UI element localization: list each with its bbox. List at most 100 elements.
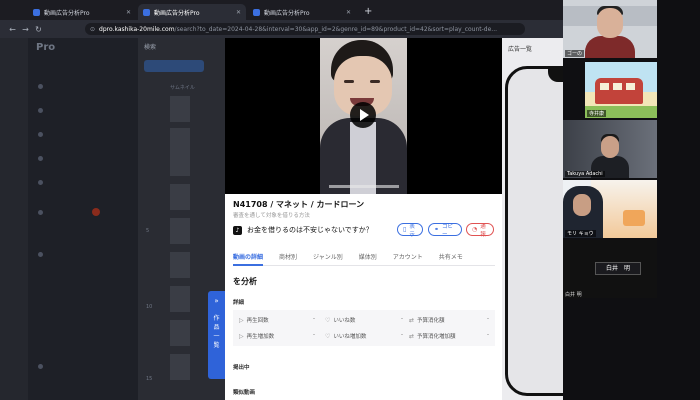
stat-value: - <box>401 316 403 322</box>
list-item[interactable] <box>170 286 190 312</box>
row-number: 10 <box>146 304 153 310</box>
stat-value: - <box>487 332 489 338</box>
menu-icon <box>38 209 43 215</box>
stat-label: いいね数 <box>333 318 356 324</box>
toggle-label-char: 一 <box>213 333 220 340</box>
stat-budget-increase: ⇄ 予算消化増加額 <box>409 332 456 341</box>
sidebar-item-settings[interactable] <box>38 364 48 369</box>
list-item[interactable] <box>170 252 190 278</box>
ad-title: N41708 / マネット / カードローン <box>233 200 365 209</box>
list-item[interactable] <box>170 150 190 176</box>
stat-value: - <box>487 316 489 322</box>
app-logo: Pro <box>36 42 56 53</box>
list-item[interactable] <box>170 96 190 122</box>
details-heading: 詳細 <box>233 300 245 306</box>
stat-label: 予算消化額 <box>417 318 445 324</box>
sidebar-item[interactable] <box>38 156 48 161</box>
money-icon: ⇄ <box>409 316 415 324</box>
sidebar-item[interactable] <box>38 132 48 137</box>
favicon-icon <box>143 8 150 16</box>
screen: 動画広告分析Pro ✕ 動画広告分析Pro ✕ 動画広告分析Pro ✕ + ← → ↻… <box>0 0 700 400</box>
play-icon[interactable] <box>350 102 376 128</box>
tab-title: 動画広告分析Pro <box>44 9 90 17</box>
new-tab-button[interactable]: + <box>364 4 372 20</box>
row-number: 15 <box>146 376 153 382</box>
works-list-toggle[interactable]: » 作 品 一 覧 <box>208 291 225 379</box>
analysis-heading: を分析 <box>233 277 257 286</box>
url-site: dpro.kashika-20mile.com <box>99 25 175 33</box>
sidebar-item[interactable] <box>38 108 48 113</box>
address-bar[interactable]: ⊙ dpro.kashika-20mile.com/search?to_date… <box>85 23 525 35</box>
menu-icon <box>38 108 43 113</box>
ad-list-link[interactable]: 広告一覧 <box>508 44 532 53</box>
tab-shared-memo[interactable]: 共有メモ <box>439 252 463 266</box>
menu-icon <box>38 180 43 185</box>
show-button[interactable]: ▯ 表示 <box>397 223 423 238</box>
close-tab-icon[interactable]: ✕ <box>236 9 241 16</box>
stat-label: 再生増加数 <box>246 334 275 340</box>
report-button[interactable]: ◔ 通報 <box>466 223 494 238</box>
sidebar-item[interactable] <box>38 208 100 216</box>
tab-video-details[interactable]: 動画の詳細 <box>233 252 264 266</box>
sidebar: Pro <box>28 38 138 400</box>
tab-title: 動画広告分析Pro <box>154 9 200 17</box>
stat-value: - <box>313 316 315 322</box>
tram-avatar-icon <box>595 78 643 104</box>
running-heading: 掲出中 <box>233 365 250 371</box>
stat-like-increase: ♡ いいね増加数 <box>325 332 366 341</box>
browser-tab-1[interactable]: 動画広告分析Pro ✕ <box>28 4 136 20</box>
stat-like-count: ♡ いいね数 <box>325 316 356 325</box>
play-icon: ▷ <box>239 332 244 340</box>
participant-name: 寺井康 <box>587 110 607 117</box>
close-tab-icon[interactable]: ✕ <box>126 9 131 16</box>
url-path: /search?to_date=2024-04-28&interval=30&a… <box>174 25 498 33</box>
forward-arrow-icon[interactable]: → <box>19 25 32 34</box>
list-item[interactable] <box>170 354 190 380</box>
browser-tab-2[interactable]: 動画広告分析Pro ✕ <box>138 4 246 20</box>
tab-by-product[interactable]: 商材別 <box>279 252 297 266</box>
reload-icon[interactable]: ↻ <box>32 25 45 34</box>
stat-value: - <box>313 332 315 338</box>
search-button[interactable] <box>144 60 204 72</box>
participant-name: ゴーの <box>565 50 585 57</box>
toggle-label-char: 品 <box>213 324 220 331</box>
sidebar-item[interactable] <box>38 252 48 257</box>
stat-value: - <box>401 332 403 338</box>
list-item[interactable] <box>170 320 190 346</box>
participant-tile[interactable]: ゴーの <box>563 0 657 58</box>
tab-by-genre[interactable]: ジャンル別 <box>313 252 343 266</box>
list-item[interactable] <box>170 218 190 244</box>
participant-tile[interactable]: Takuya Adachi <box>563 120 657 178</box>
tab-account[interactable]: アカウント <box>393 252 423 266</box>
ad-text-line: ♪ お金を借りるのは不安じゃないですか？ <box>233 225 373 235</box>
menu-icon <box>38 84 43 89</box>
stat-label: 予算消化増加額 <box>417 334 456 340</box>
menu-icon <box>38 156 43 161</box>
copy-button[interactable]: ⚭ コピー <box>428 223 462 238</box>
phone-icon: ▯ <box>403 226 407 233</box>
video-detail-modal: N41708 / マネット / カードローン 審査を通して対象を借りる方法 ♪ … <box>225 38 502 400</box>
sidebar-item[interactable] <box>38 84 48 89</box>
report-button-label: 通報 <box>480 223 486 238</box>
participant-tile[interactable]: モリ キョウ <box>563 180 657 238</box>
sidebar-item[interactable] <box>38 180 48 185</box>
detail-tabs: 動画の詳細 商材別 ジャンル別 媒体別 アカウント 共有メモ <box>233 252 495 266</box>
browser-tab-bar: 動画広告分析Pro ✕ 動画広告分析Pro ✕ 動画広告分析Pro ✕ + <box>0 0 563 20</box>
notification-badge <box>92 208 100 216</box>
video-call-gallery: ゴーの 寺井康 Takuya Adachi モリ キョウ 白井 明 白井 明 <box>563 0 700 400</box>
site-info-icon[interactable]: ⊙ <box>90 26 95 33</box>
video-player[interactable] <box>225 38 502 194</box>
video-caption-bar <box>329 185 399 188</box>
tab-by-media[interactable]: 媒体別 <box>359 252 377 266</box>
close-tab-icon[interactable]: ✕ <box>346 9 351 16</box>
participant-tile[interactable]: 寺井康 <box>585 62 657 118</box>
link-icon: ⚭ <box>434 226 440 233</box>
back-arrow-icon[interactable]: ← <box>6 25 19 34</box>
camera-off-name: 白井 明 <box>595 262 641 275</box>
menu-icon <box>38 252 43 257</box>
list-item[interactable] <box>170 184 190 210</box>
browser-tab-3[interactable]: 動画広告分析Pro ✕ <box>248 4 356 20</box>
participant-name: Takuya Adachi <box>565 171 605 177</box>
stat-budget: ⇄ 予算消化額 <box>409 316 445 325</box>
copy-button-label: コピー <box>442 223 454 238</box>
